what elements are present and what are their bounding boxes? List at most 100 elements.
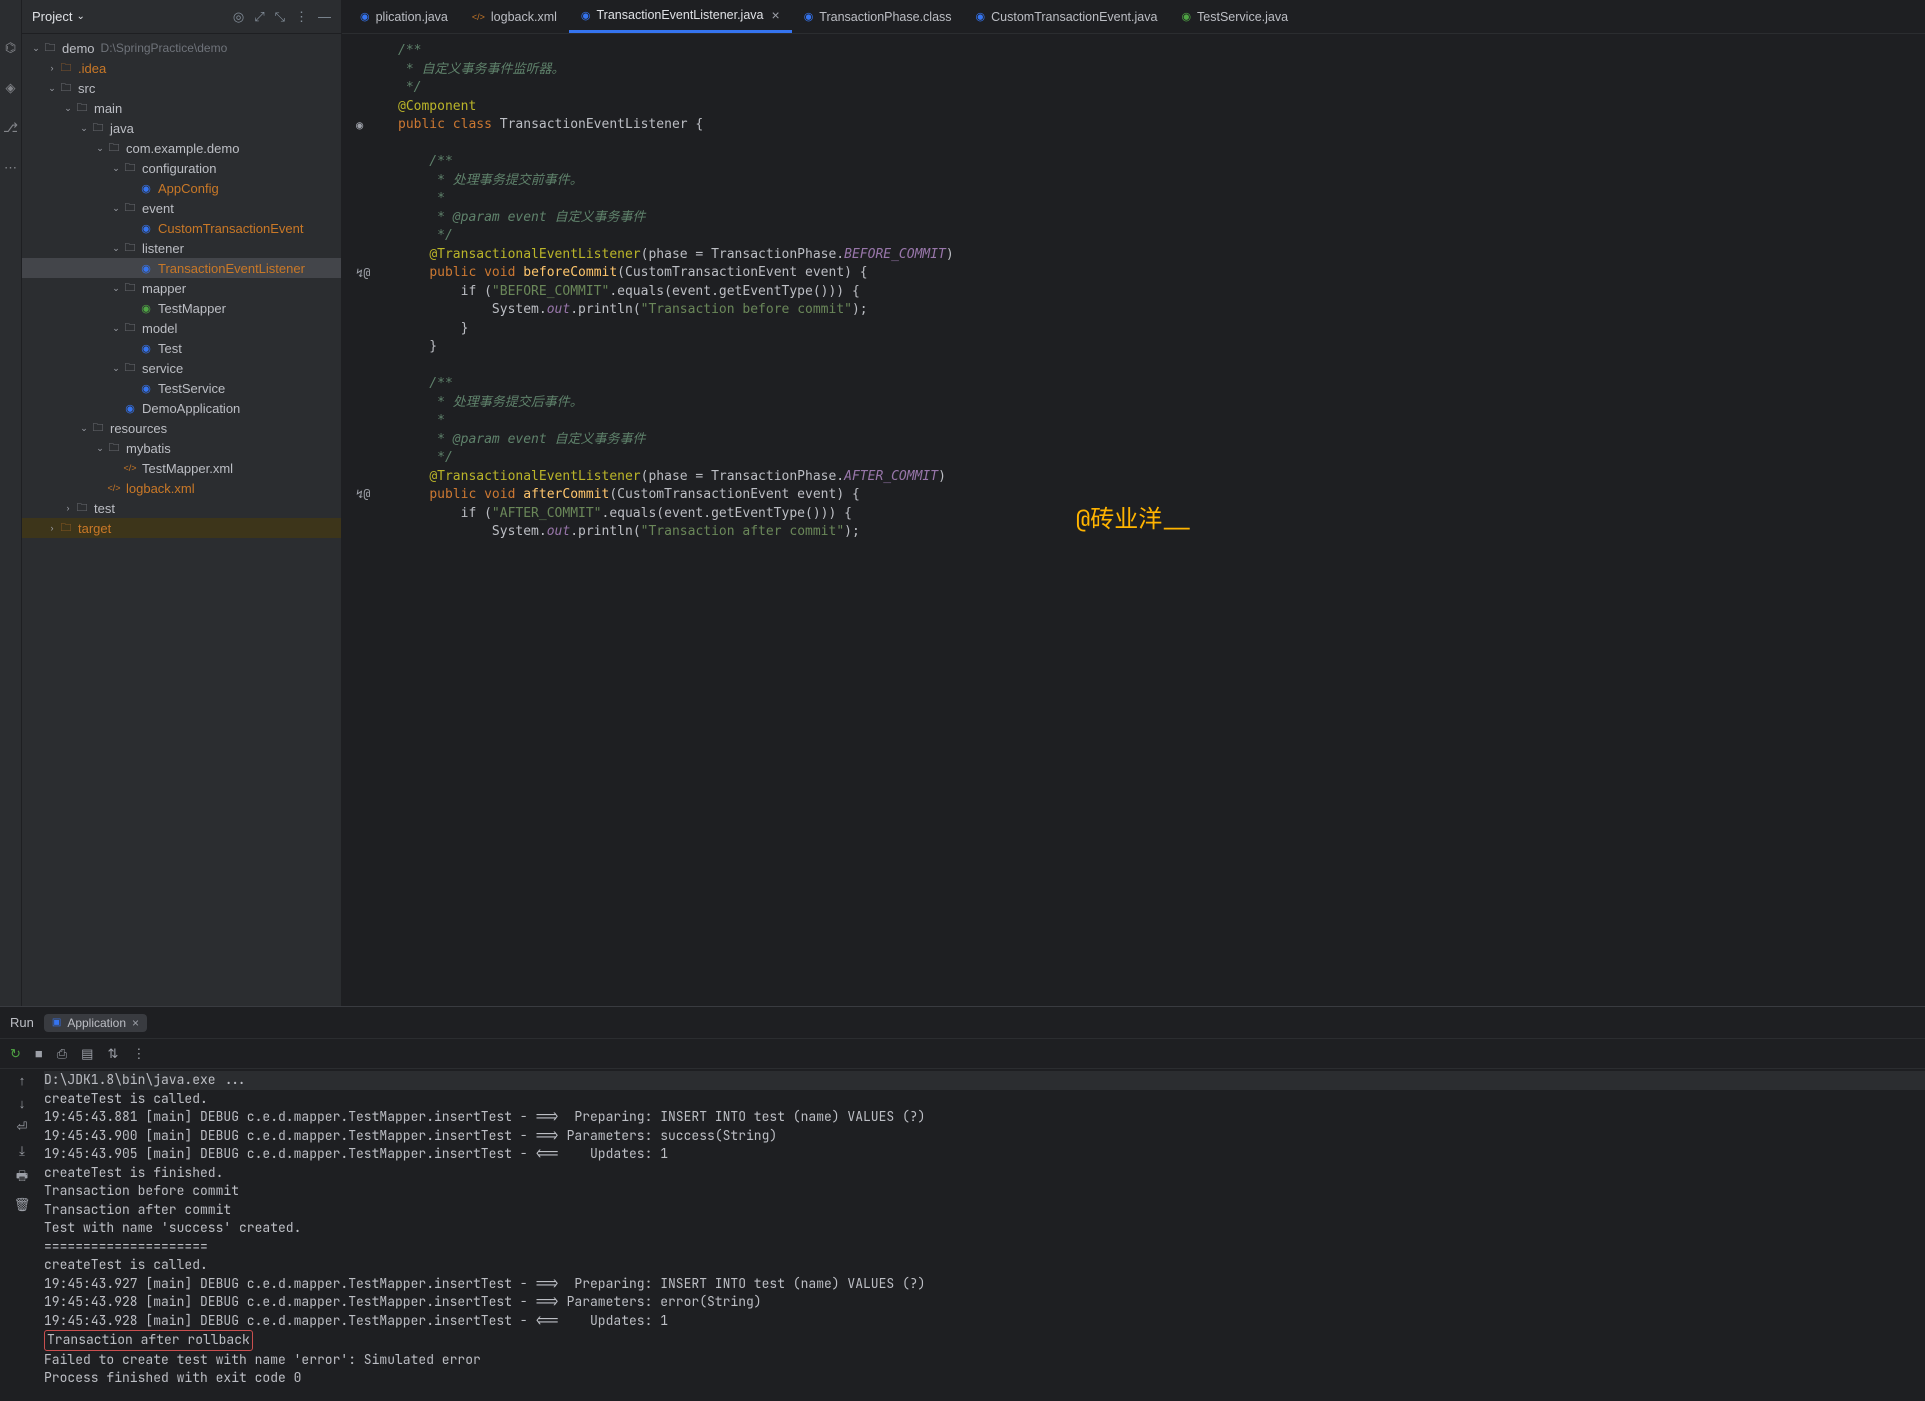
editor-tab[interactable]: CustomTransactionEvent.java: [964, 0, 1170, 33]
caret-icon[interactable]: [110, 283, 122, 294]
caret-icon[interactable]: [30, 43, 42, 54]
caret-icon[interactable]: [78, 423, 90, 434]
up-icon[interactable]: ↑: [19, 1073, 26, 1088]
console-output[interactable]: D:\JDK1.8\bin\java.exe ...createTest is …: [44, 1069, 1925, 1401]
expand-icon[interactable]: ⤢: [254, 9, 264, 25]
editor-tab[interactable]: logback.xml: [460, 0, 569, 33]
editor-tab[interactable]: TestService.java: [1169, 0, 1300, 33]
java-icon: [138, 182, 154, 195]
project-tree[interactable]: 🗀demoD:\SpringPractice\demo🗀.idea🗀src🗀ma…: [22, 34, 341, 1006]
bookmarks-icon[interactable]: ◈: [3, 80, 19, 96]
tree-row[interactable]: 🗀mybatis: [22, 438, 341, 458]
tree-row[interactable]: TestService: [22, 378, 341, 398]
tree-label: logback.xml: [126, 481, 195, 496]
layout-icon[interactable]: ▤: [81, 1046, 93, 1062]
caret-icon[interactable]: [94, 443, 106, 454]
tree-label: mybatis: [126, 441, 171, 456]
chevron-down-icon: ⌄: [76, 11, 84, 22]
tree-row[interactable]: 🗀demoD:\SpringPractice\demo: [22, 38, 341, 58]
close-icon[interactable]: ×: [772, 7, 780, 23]
folder-icon: 🗀: [122, 279, 138, 298]
tree-row[interactable]: 🗀.idea: [22, 58, 341, 78]
vcs-icon[interactable]: ⎇: [3, 120, 19, 136]
tree-row[interactable]: 🗀resources: [22, 418, 341, 438]
sidebar-title[interactable]: Project ⌄: [32, 9, 233, 24]
options-icon[interactable]: ⋮: [295, 9, 308, 25]
code-editor[interactable]: @砖业洋__ ◉ ↯@ ↯@ /** * 自定义事务事件监听器。 */ @Com…: [342, 34, 1925, 1006]
tree-row[interactable]: AppConfig: [22, 178, 341, 198]
editor-tab[interactable]: plication.java: [348, 0, 460, 33]
run-config[interactable]: ▣ Application ×: [44, 1014, 147, 1032]
caret-icon[interactable]: [78, 123, 90, 134]
gutter-listener-icon[interactable]: ↯@: [356, 485, 370, 504]
console-line: D:\JDK1.8\bin\java.exe ...: [44, 1071, 1925, 1090]
tree-row[interactable]: 🗀service: [22, 358, 341, 378]
tree-row[interactable]: 🗀mapper: [22, 278, 341, 298]
tree-row[interactable]: Test: [22, 338, 341, 358]
locate-icon[interactable]: ◎: [233, 9, 244, 25]
stop-icon[interactable]: ■: [35, 1046, 43, 1061]
console-line: Test with name 'success' created.: [44, 1219, 1925, 1238]
more-icon[interactable]: ⋯: [3, 160, 19, 176]
java-icon: [122, 402, 138, 415]
tree-row[interactable]: 🗀event: [22, 198, 341, 218]
tree-row[interactable]: 🗀model: [22, 318, 341, 338]
caret-icon[interactable]: [46, 83, 58, 94]
scroll-icon[interactable]: ⤓: [19, 1143, 25, 1159]
tree-label: .idea: [78, 61, 106, 76]
tree-row[interactable]: 🗀src: [22, 78, 341, 98]
gutter-listener-icon[interactable]: ↯@: [356, 264, 370, 283]
tree-row[interactable]: 🗀java: [22, 118, 341, 138]
tree-label: main: [94, 101, 122, 116]
iface-icon: [138, 302, 154, 315]
bean-icon[interactable]: ◉: [356, 116, 363, 135]
caret-icon[interactable]: [110, 163, 122, 174]
tree-row[interactable]: 🗀listener: [22, 238, 341, 258]
tree-row[interactable]: logback.xml: [22, 478, 341, 498]
tree-row[interactable]: TransactionEventListener: [22, 258, 341, 278]
tree-row[interactable]: TestMapper.xml: [22, 458, 341, 478]
filter-icon[interactable]: ⇅: [107, 1046, 118, 1062]
editor-tab[interactable]: TransactionEventListener.java×: [569, 0, 792, 33]
caret-icon[interactable]: [94, 143, 106, 154]
caret-icon[interactable]: [46, 523, 58, 533]
close-icon[interactable]: ×: [132, 1016, 139, 1030]
trash-icon[interactable]: 🗑: [14, 1197, 31, 1213]
tree-row[interactable]: 🗀com.example.demo: [22, 138, 341, 158]
caret-icon[interactable]: [46, 63, 58, 73]
caret-icon[interactable]: [62, 103, 74, 114]
structure-icon[interactable]: ⌬: [3, 40, 19, 56]
tree-row[interactable]: TestMapper: [22, 298, 341, 318]
file-icon: [1181, 10, 1191, 23]
run-tab[interactable]: Run: [10, 1015, 34, 1030]
tree-row[interactable]: 🗀target: [22, 518, 341, 538]
java-icon: [138, 222, 154, 235]
tree-row[interactable]: CustomTransactionEvent: [22, 218, 341, 238]
caret-icon[interactable]: [110, 363, 122, 374]
rerun-icon[interactable]: ↻: [10, 1046, 21, 1062]
down-icon[interactable]: ↓: [19, 1096, 26, 1111]
print-icon[interactable]: 🖶: [16, 1167, 28, 1189]
collapse-icon[interactable]: ⤡: [275, 9, 285, 25]
tree-label: AppConfig: [158, 181, 219, 196]
tree-label: resources: [110, 421, 167, 436]
tree-row[interactable]: 🗀main: [22, 98, 341, 118]
caret-icon[interactable]: [110, 323, 122, 334]
hide-icon[interactable]: —: [318, 9, 331, 25]
file-icon: [976, 10, 986, 23]
tab-label: TransactionPhase.class: [819, 10, 951, 24]
tab-label: CustomTransactionEvent.java: [991, 10, 1157, 24]
more-icon[interactable]: ⋮: [132, 1046, 145, 1062]
editor-tab[interactable]: TransactionPhase.class: [792, 0, 964, 33]
tree-row[interactable]: 🗀test: [22, 498, 341, 518]
editor-tabs[interactable]: plication.javalogback.xmlTransactionEven…: [342, 0, 1925, 34]
snapshot-icon[interactable]: ⎙: [57, 1046, 67, 1062]
caret-icon[interactable]: [110, 203, 122, 214]
tree-row[interactable]: DemoApplication: [22, 398, 341, 418]
tree-row[interactable]: 🗀configuration: [22, 158, 341, 178]
xml-icon: [122, 463, 138, 473]
activity-bar: ⌬ ◈ ⎇ ⋯: [0, 0, 22, 1006]
wrap-icon[interactable]: ⏎: [17, 1119, 28, 1135]
caret-icon[interactable]: [62, 503, 74, 513]
caret-icon[interactable]: [110, 243, 122, 254]
